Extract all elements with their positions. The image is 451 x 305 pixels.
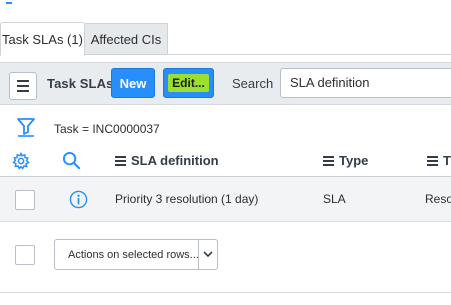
gear-icon[interactable] xyxy=(12,151,30,175)
column-label: SLA definition xyxy=(131,153,219,168)
edit-button-label: Edit... xyxy=(168,74,209,92)
tab-strip: Task SLAs (1) Affected CIs xyxy=(0,22,451,56)
select-all-checkbox[interactable] xyxy=(15,245,35,265)
column-header-sla-definition[interactable]: SLA definition xyxy=(115,153,219,168)
tab-task-slas[interactable]: Task SLAs (1) xyxy=(0,22,85,56)
column-label: T xyxy=(443,153,451,168)
search-icon[interactable] xyxy=(62,151,81,175)
cell-type: SLA xyxy=(323,192,346,206)
column-menu-icon[interactable] xyxy=(427,155,438,166)
info-icon[interactable] xyxy=(69,190,88,214)
chevron-down-icon[interactable] xyxy=(198,240,217,269)
column-header-target[interactable]: T xyxy=(427,153,451,168)
new-button[interactable]: New xyxy=(111,68,155,98)
row-select-checkbox[interactable] xyxy=(15,190,35,210)
tab-affected-cis[interactable]: Affected CIs xyxy=(85,23,168,55)
search-label: Search xyxy=(232,76,274,91)
column-menu-icon[interactable] xyxy=(323,155,334,166)
bottom-divider xyxy=(0,292,451,293)
list-menu-button[interactable] xyxy=(9,72,37,100)
breadcrumb[interactable]: Task = INC0000037 xyxy=(54,122,160,136)
menu-icon xyxy=(17,80,29,82)
filter-icon[interactable] xyxy=(17,117,35,142)
actions-select-label: Actions on selected rows... xyxy=(68,249,199,261)
cell-sla-definition: Priority 3 resolution (1 day) xyxy=(115,192,259,206)
actions-select[interactable]: Actions on selected rows... xyxy=(54,239,218,270)
search-field-select[interactable]: SLA definition xyxy=(280,68,451,98)
edit-button[interactable]: Edit... xyxy=(163,68,214,98)
top-link-edge xyxy=(6,0,12,4)
column-label: Type xyxy=(339,153,369,168)
cell-target: Reso xyxy=(425,192,451,206)
column-header-type[interactable]: Type xyxy=(323,153,368,168)
column-menu-icon[interactable] xyxy=(115,155,126,166)
list-title: Task SLAs xyxy=(47,76,114,91)
